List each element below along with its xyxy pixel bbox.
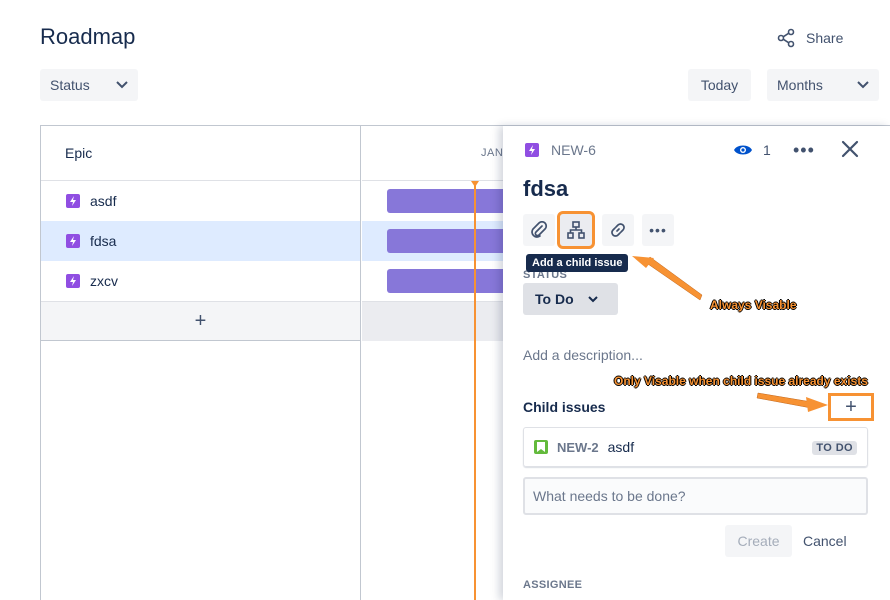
epic-row[interactable]: zxcv [41,261,360,301]
attach-button[interactable] [523,214,555,246]
issue-key-label: NEW-6 [551,142,596,158]
add-child-issue-button[interactable] [557,211,595,249]
link-icon [611,223,625,237]
child-issues-heading: Child issues [523,399,606,415]
status-badge: TO DO [812,441,857,455]
eye-icon [734,145,752,155]
status-value: To Do [535,291,574,307]
share-icon [777,28,795,48]
child-issue-key: NEW-2 [557,439,599,455]
annotation-always-visible: Always Visable [710,298,797,312]
child-issue-row[interactable]: NEW-2 asdf TO DO [523,427,868,467]
epic-row[interactable]: asdf [41,181,360,221]
add-epic-button[interactable]: + [41,301,360,341]
annotation-only-visible: Only Visable when child issue already ex… [614,374,868,388]
epic-icon [66,194,80,208]
add-child-tooltip: Add a child issue [526,254,629,272]
hierarchy-icon [567,221,585,239]
chevron-down-icon [587,295,598,302]
create-button[interactable]: Create [725,525,792,557]
more-icon: ••• [649,222,667,238]
today-marker-line [474,181,476,600]
issue-title[interactable]: fdsa [523,176,568,202]
epic-name: fdsa [90,233,117,249]
share-label: Share [806,30,844,46]
issue-key[interactable]: NEW-6 [525,142,596,158]
chevron-down-icon [857,81,869,89]
description-placeholder[interactable]: Add a description... [523,347,643,363]
link-issue-button[interactable] [602,214,634,246]
watch-count: 1 [763,142,771,158]
status-filter-label: Status [50,77,90,93]
epic-name: zxcv [90,273,118,289]
watch-button[interactable]: 1 [733,142,771,158]
status-filter-dropdown[interactable]: Status [40,69,138,101]
epic-column-header: Epic [41,126,360,181]
epic-column-empty [41,342,361,600]
today-label: Today [700,77,739,93]
share-button[interactable]: Share [776,28,843,48]
paperclip-icon [531,221,548,238]
cancel-button[interactable]: Cancel [803,525,847,557]
chevron-down-icon [116,81,128,89]
epic-icon [525,143,539,157]
timeline-month: JAN [481,147,504,159]
new-child-input[interactable]: What needs to be done? [523,477,868,515]
epic-row-selected[interactable]: fdsa [41,221,360,261]
zoom-select-label: Months [777,77,823,93]
epic-icon [66,274,80,288]
more-tools-button[interactable]: ••• [642,214,674,246]
close-icon[interactable] [839,138,861,165]
issue-detail-panel: NEW-6 1 ••• fdsa ••• STATUS Add a child … [503,126,890,600]
more-actions-icon[interactable]: ••• [793,140,815,161]
add-child-issue-plus-button[interactable]: + [828,393,874,421]
epic-column: Epic asdf fdsa zxcv + [41,126,361,342]
child-issue-summary: asdf [607,439,635,455]
today-button[interactable]: Today [688,69,751,101]
story-icon [534,440,548,454]
epic-name: asdf [90,193,117,209]
assignee-label: ASSIGNEE [523,579,583,591]
epic-icon [66,234,80,248]
page-title: Roadmap [40,24,136,49]
zoom-select[interactable]: Months [767,69,879,101]
status-dropdown[interactable]: To Do [523,283,618,315]
today-marker-icon [471,181,479,187]
